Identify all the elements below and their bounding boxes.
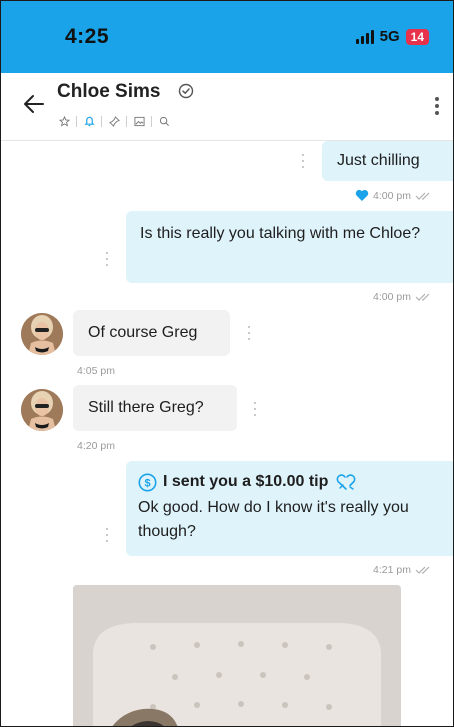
back-arrow-icon (24, 95, 44, 113)
chat-header: Chloe Sims (1, 73, 453, 141)
tip-text: I sent you a $10.00 tip (163, 473, 329, 490)
signal-icon (355, 29, 374, 44)
more-vertical-icon[interactable] (427, 91, 447, 121)
photo-message[interactable] (73, 585, 401, 726)
tip-heart-icon (337, 474, 356, 490)
verified-icon (178, 83, 194, 99)
dollar-icon: $ (138, 473, 157, 491)
pin-icon (108, 115, 120, 127)
battery-level: 14 (405, 28, 429, 45)
message-meta: 4:21 pm (373, 564, 433, 576)
message-options-button[interactable] (104, 252, 110, 266)
message-time: 4:00 pm (373, 189, 411, 202)
message-bubble[interactable]: Still there Greg? (73, 385, 237, 431)
message-text: Ok good. How do I know it's really you t… (138, 499, 409, 540)
message-bubble[interactable]: Of course Greg (73, 310, 230, 356)
message-text: Of course Greg (88, 324, 198, 341)
message-bubble[interactable]: Just chilling (322, 141, 453, 181)
message-bubble[interactable]: $ I sent you a $10.00 tip Ok good. How d… (126, 461, 453, 556)
star-icon (58, 115, 70, 127)
search-button[interactable] (155, 113, 173, 129)
message-time: 4:21 pm (373, 564, 411, 576)
favorite-button[interactable] (55, 113, 73, 129)
tip-notice: $ I sent you a $10.00 tip (138, 470, 437, 494)
status-bar: 4:25 5G 14 (1, 1, 453, 73)
back-button[interactable] (19, 89, 49, 119)
bell-icon (83, 116, 95, 127)
message-options-button[interactable] (246, 326, 252, 340)
message-options-button[interactable] (300, 154, 306, 168)
header-toolbar (55, 113, 173, 129)
media-button[interactable] (130, 113, 148, 129)
photo-image (73, 585, 401, 726)
chat-screen: 4:25 5G 14 Chloe Sims Just chilling 4:00… (0, 0, 454, 727)
svg-text:$: $ (144, 477, 150, 489)
pin-button[interactable] (105, 113, 123, 129)
message-meta: 4:20 pm (77, 440, 115, 452)
message-options-button[interactable] (252, 402, 258, 416)
message-bubble[interactable]: Is this really you talking with me Chloe… (126, 211, 453, 283)
message-time: 4:00 pm (373, 291, 411, 303)
double-check-icon (415, 293, 430, 301)
notifications-button[interactable] (80, 113, 98, 129)
network-type: 5G (379, 28, 400, 45)
avatar[interactable] (21, 389, 63, 431)
image-icon (133, 116, 145, 126)
search-icon (159, 116, 169, 126)
avatar[interactable] (21, 313, 63, 355)
message-text: Still there Greg? (88, 399, 204, 416)
message-time: 4:05 pm (77, 365, 115, 377)
message-meta: 4:00 pm (373, 291, 433, 303)
message-text: Just chilling (337, 152, 420, 169)
double-check-icon (415, 566, 430, 574)
status-indicators: 5G 14 (355, 28, 429, 45)
status-time: 4:25 (65, 25, 110, 48)
message-text: Is this really you talking with me Chloe… (140, 225, 421, 242)
message-meta: 4:05 pm (77, 365, 115, 377)
heart-icon[interactable] (355, 189, 369, 202)
message-meta: 4:00 pm (355, 189, 433, 202)
message-time: 4:20 pm (77, 440, 115, 452)
double-check-icon (415, 192, 430, 200)
contact-name[interactable]: Chloe Sims (57, 81, 160, 103)
message-options-button[interactable] (104, 528, 110, 542)
